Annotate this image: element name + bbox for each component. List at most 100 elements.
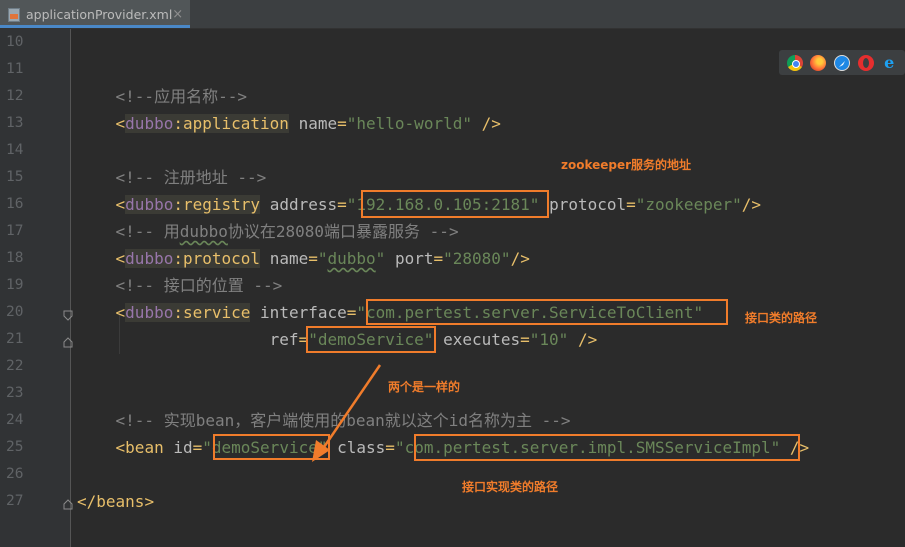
code-token: = xyxy=(433,249,444,268)
code-token: bean xyxy=(125,438,164,457)
code-token: = xyxy=(337,195,347,214)
code-token: < xyxy=(77,249,126,268)
code-token: " xyxy=(375,249,386,268)
code-token: :protocol xyxy=(173,249,261,268)
code-token: 协议在28080端口暴露服务 --> xyxy=(227,222,459,241)
code-line[interactable]: <!-- 注册地址 --> xyxy=(77,164,267,191)
code-token: dubbo xyxy=(179,222,228,241)
code-token: beans xyxy=(96,492,145,511)
opera-icon[interactable] xyxy=(857,54,874,71)
close-tab-icon[interactable]: × xyxy=(172,7,183,22)
code-token: interface xyxy=(260,303,347,322)
code-token: /> xyxy=(741,195,761,214)
code-line[interactable]: <dubbo:application name="hello-world" /> xyxy=(77,110,501,137)
code-token: > xyxy=(144,492,155,511)
xml-file-icon xyxy=(8,7,20,22)
line-number: 20 xyxy=(6,304,24,320)
highlight-box-class xyxy=(414,434,800,461)
code-token: <!--应用名称--> xyxy=(77,87,247,106)
code-token: :service xyxy=(173,303,251,322)
highlight-box-address xyxy=(361,190,549,218)
line-number: 10 xyxy=(6,34,24,50)
code-token: <!-- 用 xyxy=(77,222,180,241)
code-token: dubbo xyxy=(125,249,174,268)
line-number: 19 xyxy=(6,277,24,293)
line-number: 23 xyxy=(6,385,24,401)
line-number: 24 xyxy=(6,412,24,428)
fold-marker-icon[interactable] xyxy=(63,495,73,510)
editor-tab-bar: applicationProvider.xml × xyxy=(0,0,905,29)
highlight-box-ref xyxy=(306,326,436,353)
browser-preview-toolbar: e xyxy=(779,50,905,75)
code-token: name xyxy=(269,249,309,268)
code-token: id xyxy=(173,438,193,457)
line-number: 11 xyxy=(6,61,24,77)
annotation-arrow xyxy=(312,364,382,462)
code-token: = xyxy=(346,303,357,322)
tab-filename: applicationProvider.xml xyxy=(26,6,173,22)
code-token: " xyxy=(317,249,328,268)
ie-icon[interactable]: e xyxy=(881,54,897,71)
code-line[interactable]: <!-- 接口的位置 --> xyxy=(77,272,283,299)
annotation-zookeeper: zookeeper服务的地址 xyxy=(561,158,692,172)
line-number: 21 xyxy=(6,331,24,347)
line-number: 15 xyxy=(6,169,24,185)
active-tab-indicator xyxy=(0,25,190,28)
code-token: ref xyxy=(269,330,299,349)
file-tab[interactable]: applicationProvider.xml × xyxy=(0,0,190,28)
code-token: executes xyxy=(443,330,521,349)
code-line[interactable]: <dubbo:protocol name="dubbo" port="28080… xyxy=(77,245,530,272)
code-token: "zookeeper" xyxy=(635,195,742,214)
code-token: dubbo xyxy=(125,195,174,214)
code-token: "hello-world" xyxy=(346,114,472,133)
code-token: = xyxy=(520,330,530,349)
line-number: 16 xyxy=(6,196,24,212)
code-token: name xyxy=(298,114,338,133)
line-number: 13 xyxy=(6,115,24,131)
fold-marker-icon[interactable] xyxy=(63,333,73,348)
code-token: /> xyxy=(510,249,530,268)
chrome-icon[interactable] xyxy=(786,54,803,71)
code-token: "10" xyxy=(529,330,569,349)
line-number: 18 xyxy=(6,250,24,266)
code-token: < xyxy=(77,195,126,214)
code-line[interactable]: <!-- 用dubbo协议在28080端口暴露服务 --> xyxy=(77,218,459,245)
code-token: < xyxy=(77,114,126,133)
line-number: 17 xyxy=(6,223,24,239)
line-number: 27 xyxy=(6,493,24,509)
highlight-box-interface xyxy=(366,299,728,325)
code-token: </ xyxy=(77,492,97,511)
line-number: 14 xyxy=(6,142,24,158)
code-token: < xyxy=(77,438,126,457)
annotation-same: 两个是一样的 xyxy=(388,380,461,394)
code-token: :application xyxy=(173,114,289,133)
code-token: = xyxy=(192,438,203,457)
code-token: port xyxy=(394,249,434,268)
line-number: 25 xyxy=(6,439,24,455)
code-line[interactable]: </beans> xyxy=(77,488,154,515)
line-number: 26 xyxy=(6,466,24,482)
code-token: :registry xyxy=(173,195,261,214)
code-token: < xyxy=(77,303,126,322)
code-token: dubbo xyxy=(125,114,174,133)
code-token: = xyxy=(308,249,318,268)
firefox-icon[interactable] xyxy=(810,54,827,71)
code-token: dubbo xyxy=(125,303,174,322)
code-token: = xyxy=(626,195,636,214)
code-token: /> xyxy=(471,114,501,133)
code-token: "28080" xyxy=(443,249,511,268)
line-number: 12 xyxy=(6,88,24,104)
line-number: 22 xyxy=(6,358,24,374)
code-token: address xyxy=(269,195,338,214)
code-token: protocol xyxy=(549,195,627,214)
safari-icon[interactable] xyxy=(833,54,850,71)
fold-marker-icon[interactable] xyxy=(63,306,73,321)
code-line[interactable]: <!--应用名称--> xyxy=(77,83,247,110)
code-token: <!-- 注册地址 --> xyxy=(77,168,267,187)
